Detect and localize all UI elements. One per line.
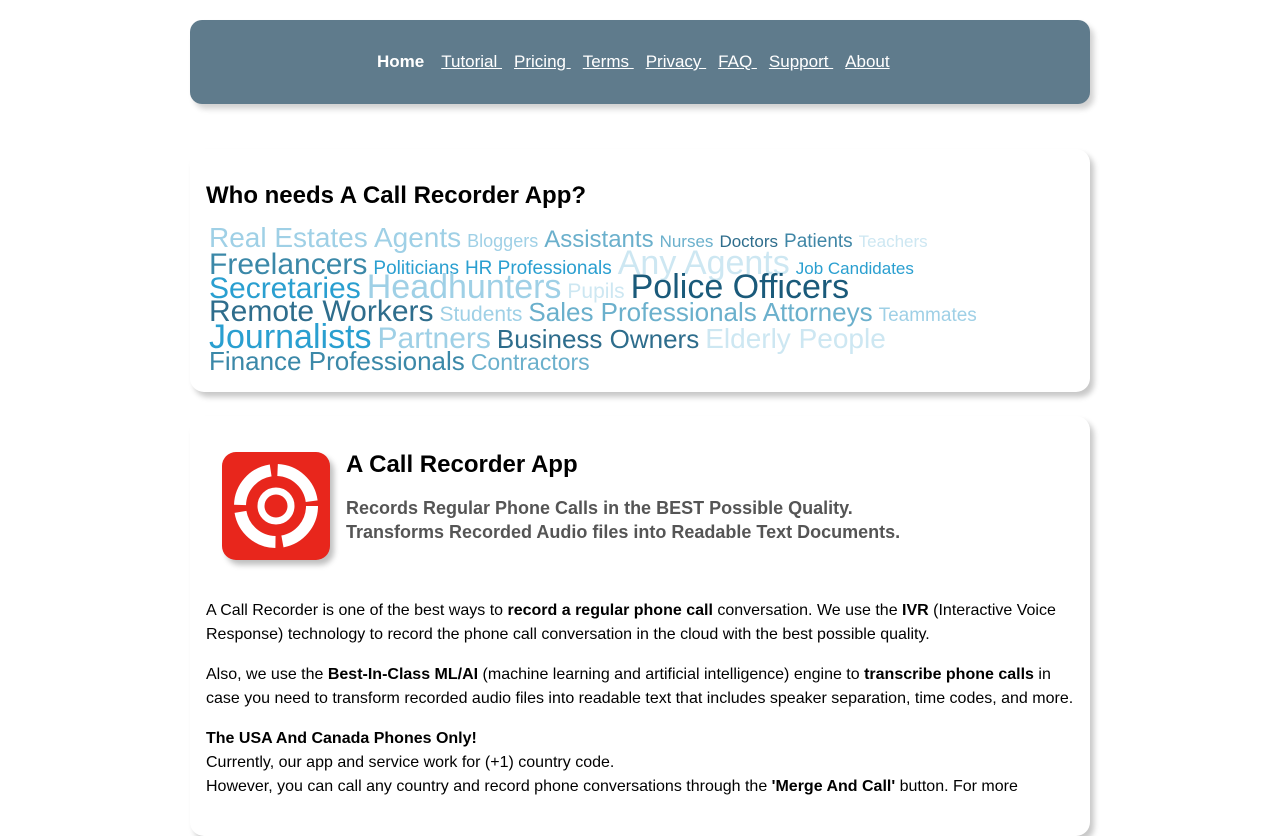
nav-link-home[interactable]: Home xyxy=(377,52,424,71)
paragraph-ivr: A Call Recorder is one of the best ways … xyxy=(206,599,1086,647)
text: conversation. We use the xyxy=(712,602,903,619)
text: However, you can call any country and re… xyxy=(206,778,772,795)
nav-link-privacy[interactable]: Privacy xyxy=(646,52,706,71)
bold-text: 'Merge And Call' xyxy=(771,778,896,795)
paragraph-usa-canada: The USA And Canada Phones Only! Currently… xyxy=(206,727,1086,799)
nav-link-pricing[interactable]: Pricing xyxy=(514,52,571,71)
bold-text: record a regular phone call xyxy=(507,602,713,619)
app-card: A Call Recorder App Records Regular Phon… xyxy=(190,416,1090,836)
word-cloud-term: Patients xyxy=(784,231,853,252)
word-cloud-term: Contractors xyxy=(470,349,590,376)
bold-text: IVR xyxy=(902,602,929,619)
text: A Call Recorder is one of the best ways … xyxy=(206,602,508,619)
nav-link-terms[interactable]: Terms xyxy=(583,52,634,71)
app-title: A Call Recorder App xyxy=(346,451,578,478)
nav-link-tutorial[interactable]: Tutorial xyxy=(441,52,502,71)
bold-text: Best-In-Class ML/AI xyxy=(327,666,479,683)
word-cloud-term: Teachers xyxy=(858,232,928,251)
paragraph-ml: Also, we use the Best-In-Class ML/AI (ma… xyxy=(206,663,1086,711)
who-needs-title: Who needs A Call Recorder App? xyxy=(206,182,587,209)
word-cloud: Real Estates Agents Bloggers Assistants Nur… xyxy=(209,224,1079,377)
word-cloud-term: Finance Professionals xyxy=(209,346,465,377)
nav-link-support[interactable]: Support xyxy=(769,52,833,71)
text: button. For more xyxy=(895,778,1018,795)
bold-heading: The USA And Canada Phones Only! xyxy=(206,730,477,747)
who-needs-card: Who needs A Call Recorder App? Real Esta… xyxy=(190,149,1090,392)
word-cloud-term: Elderly People xyxy=(705,322,886,354)
tagline-line-2: Transforms Recorded Audio files into Rea… xyxy=(346,522,901,542)
bold-text: transcribe phone calls xyxy=(864,666,1034,683)
word-cloud-term: Teammates xyxy=(878,305,977,327)
text: (machine learning and artificial intelli… xyxy=(478,666,865,683)
nav-links: Home Tutorial Pricing Terms Privacy FAQ S… xyxy=(377,52,902,72)
text: Currently, our app and service work for … xyxy=(206,754,615,771)
nav-link-about[interactable]: About xyxy=(845,52,889,71)
app-tagline: Records Regular Phone Calls in the BEST … xyxy=(346,496,900,544)
nav-link-faq[interactable]: FAQ xyxy=(718,52,757,71)
app-logo xyxy=(222,452,330,560)
text: Also, we use the xyxy=(206,666,328,683)
tagline-line-1: Records Regular Phone Calls in the BEST … xyxy=(346,498,853,518)
app-description: A Call Recorder is one of the best ways … xyxy=(206,599,1086,815)
nav-bar: Home Tutorial Pricing Terms Privacy FAQ S… xyxy=(190,20,1090,104)
word-cloud-term: Bloggers xyxy=(467,231,539,251)
phone-recorder-icon xyxy=(234,464,318,548)
